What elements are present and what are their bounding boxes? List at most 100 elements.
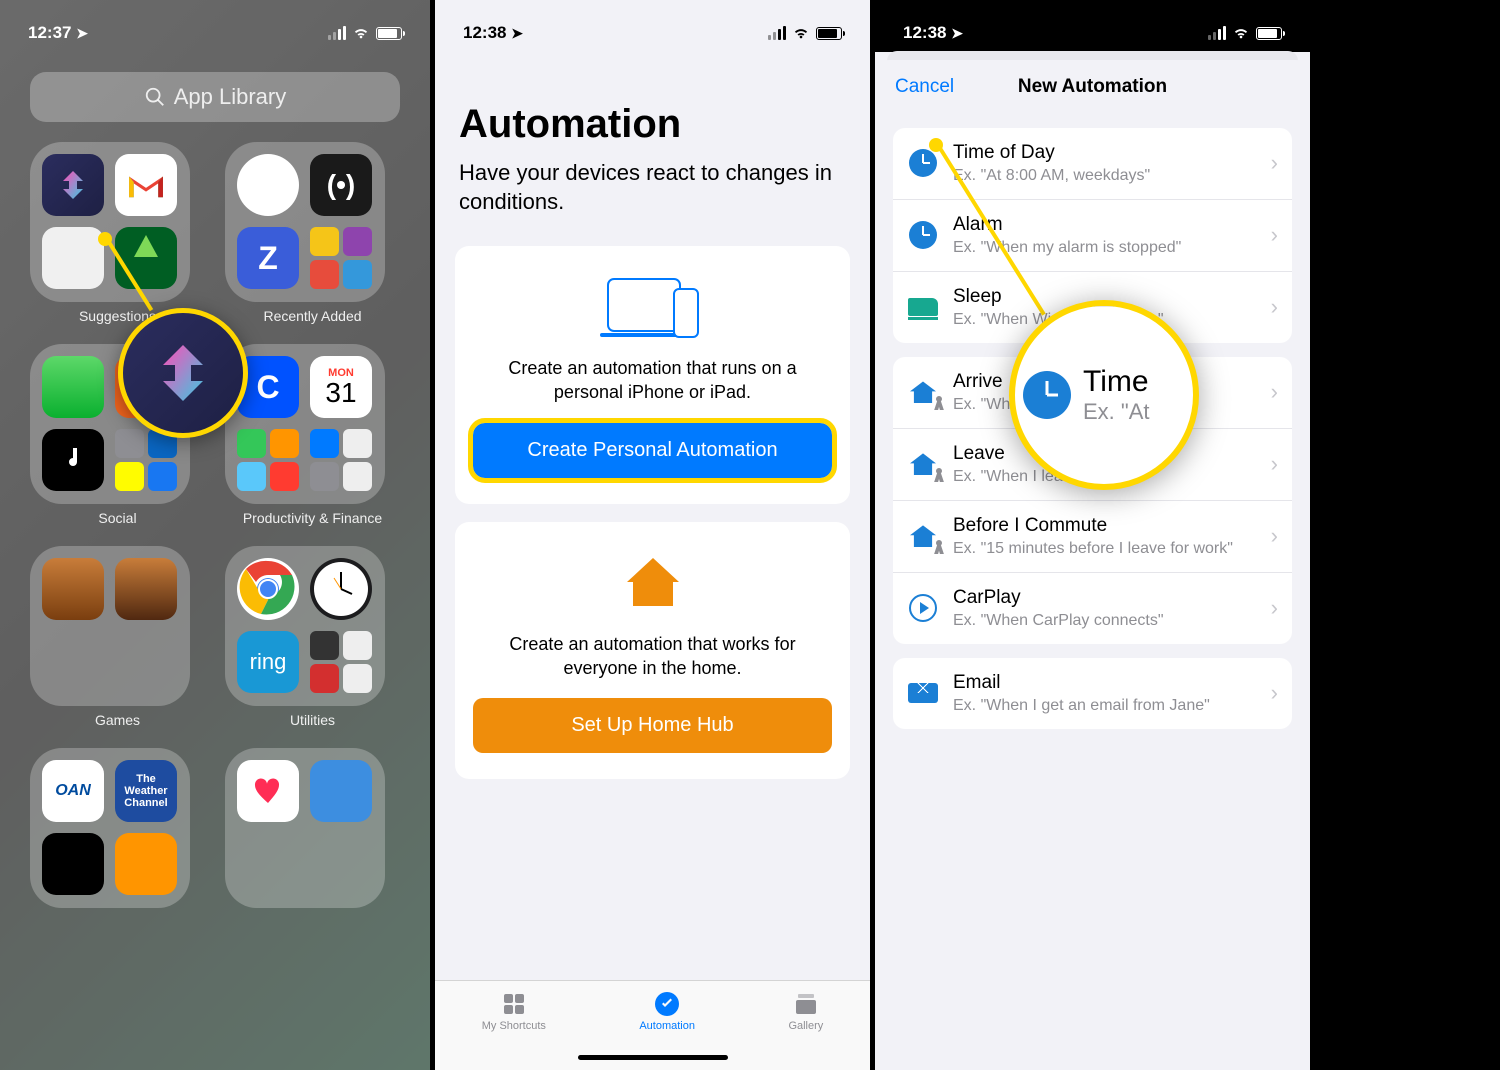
weather-app-icon[interactable]: The Weather Channel [115, 760, 177, 822]
sheet-title: New Automation [1018, 76, 1167, 98]
app-icon[interactable] [115, 558, 177, 620]
tab-automation[interactable]: Automation [639, 991, 695, 1032]
home-indicator[interactable] [578, 1055, 728, 1060]
location-icon: ➤ [76, 25, 88, 42]
location-icon: ➤ [511, 25, 523, 42]
folder-utilities[interactable]: ring Utilities [225, 546, 400, 728]
location-icon: ➤ [951, 25, 963, 42]
page-title: Automation [435, 52, 870, 159]
wifi-icon [352, 26, 370, 40]
wifi-icon [1232, 26, 1250, 40]
clock-icon [909, 221, 937, 249]
search-icon [144, 86, 166, 108]
app-icon[interactable] [115, 227, 177, 289]
folder-productivity[interactable]: C MON31 Productivity & Finance [225, 344, 400, 526]
app-library-screen: 12:37 ➤ App Library [0, 0, 430, 1070]
callout-origin-dot [929, 138, 943, 152]
folder-recently-added[interactable]: (•) Z Recently Added [225, 142, 400, 324]
status-time: 12:37 [28, 23, 71, 42]
health-app-icon[interactable] [237, 760, 299, 822]
wifi-icon [792, 26, 810, 40]
page-subtitle: Have your devices react to changes in co… [435, 159, 870, 246]
chevron-right-icon: › [1271, 680, 1278, 706]
modal-sheet: Cancel New Automation Time of DayEx. "At… [875, 60, 1310, 1070]
chevron-right-icon: › [1271, 294, 1278, 320]
gmail-app-icon[interactable] [115, 154, 177, 216]
messages-app-icon[interactable] [42, 356, 104, 418]
bed-icon [908, 298, 938, 316]
app-icon[interactable]: Z [237, 227, 299, 289]
tiktok-app-icon[interactable] [42, 429, 104, 491]
status-time: 12:38 [463, 23, 506, 42]
more-apps[interactable] [237, 429, 299, 491]
more-apps[interactable] [310, 631, 372, 693]
house-icon [910, 525, 936, 547]
callout-zoom-shortcuts [118, 308, 248, 438]
app-icon[interactable] [115, 833, 177, 895]
status-time: 12:38 [903, 23, 946, 42]
calendar-app-icon[interactable]: MON31 [310, 356, 372, 418]
clock-icon [909, 149, 937, 177]
clock-app-icon[interactable] [310, 558, 372, 620]
signal-icon [1208, 26, 1226, 40]
callout-origin-dot [98, 232, 112, 246]
folder-games[interactable]: Games [30, 546, 205, 728]
home-automation-card: Create an automation that works for ever… [455, 522, 850, 780]
more-apps[interactable] [115, 429, 177, 491]
app-icon[interactable] [42, 558, 104, 620]
tab-gallery[interactable]: Gallery [788, 991, 823, 1032]
app-icon[interactable] [310, 760, 372, 822]
card-text: Create an automation that runs on a pers… [473, 356, 832, 405]
chevron-right-icon: › [1271, 451, 1278, 477]
app-icon[interactable]: OAN [42, 760, 104, 822]
more-apps[interactable] [310, 227, 372, 289]
folder-suggestions[interactable]: Suggestions [30, 142, 205, 324]
new-automation-screen: 12:38 ➤ Cancel New Automation Time of Da… [875, 0, 1310, 1070]
create-personal-automation-button[interactable]: Create Personal Automation [473, 423, 832, 478]
tab-my-shortcuts[interactable]: My Shortcuts [482, 991, 546, 1032]
option-before-commute[interactable]: Before I CommuteEx. "15 minutes before I… [893, 501, 1292, 573]
grid-icon [501, 991, 527, 1017]
chevron-right-icon: › [1271, 379, 1278, 405]
app-icon[interactable] [237, 154, 299, 216]
gallery-icon [793, 991, 819, 1017]
status-bar: 12:38 ➤ [875, 0, 1310, 52]
tab-bar: My Shortcuts Automation Gallery [435, 980, 870, 1070]
search-input[interactable]: App Library [30, 72, 400, 122]
signal-icon [768, 26, 786, 40]
mail-icon [908, 683, 938, 703]
chevron-right-icon: › [1271, 222, 1278, 248]
ring-app-icon[interactable]: ring [237, 631, 299, 693]
option-alarm[interactable]: AlarmEx. "When my alarm is stopped" › [893, 200, 1292, 272]
more-apps[interactable] [310, 429, 372, 491]
signal-icon [328, 26, 346, 40]
card-text: Create an automation that works for ever… [473, 632, 832, 681]
carplay-icon [909, 594, 937, 622]
clock-icon [1023, 371, 1071, 419]
shortcuts-app-icon[interactable] [42, 154, 104, 216]
automation-screen: 12:38 ➤ Automation Have your devices rea… [435, 0, 870, 1070]
house-icon [910, 381, 936, 403]
callout-zoom-time-of-day: Time Ex. "At [1009, 300, 1199, 490]
battery-icon [816, 27, 842, 40]
folder-partial[interactable] [225, 748, 400, 908]
setup-home-hub-button[interactable]: Set Up Home Hub [473, 698, 832, 753]
chevron-right-icon: › [1271, 523, 1278, 549]
folder-partial[interactable]: OAN The Weather Channel [30, 748, 205, 908]
house-icon [910, 453, 936, 475]
status-bar: 12:37 ➤ [0, 0, 430, 52]
cancel-button[interactable]: Cancel [895, 76, 954, 98]
app-icon[interactable] [42, 227, 104, 289]
option-carplay[interactable]: CarPlayEx. "When CarPlay connects" › [893, 573, 1292, 644]
personal-automation-card: Create an automation that runs on a pers… [455, 246, 850, 504]
automation-tab-icon [654, 991, 680, 1017]
app-icon[interactable]: (•) [310, 154, 372, 216]
app-icon[interactable] [42, 833, 104, 895]
chrome-app-icon[interactable] [237, 558, 299, 620]
status-bar: 12:38 ➤ [435, 0, 870, 52]
battery-icon [376, 27, 402, 40]
option-email[interactable]: EmailEx. "When I get an email from Jane"… [893, 658, 1292, 729]
battery-icon [1256, 27, 1282, 40]
comm-group: EmailEx. "When I get an email from Jane"… [893, 658, 1292, 729]
chevron-right-icon: › [1271, 150, 1278, 176]
